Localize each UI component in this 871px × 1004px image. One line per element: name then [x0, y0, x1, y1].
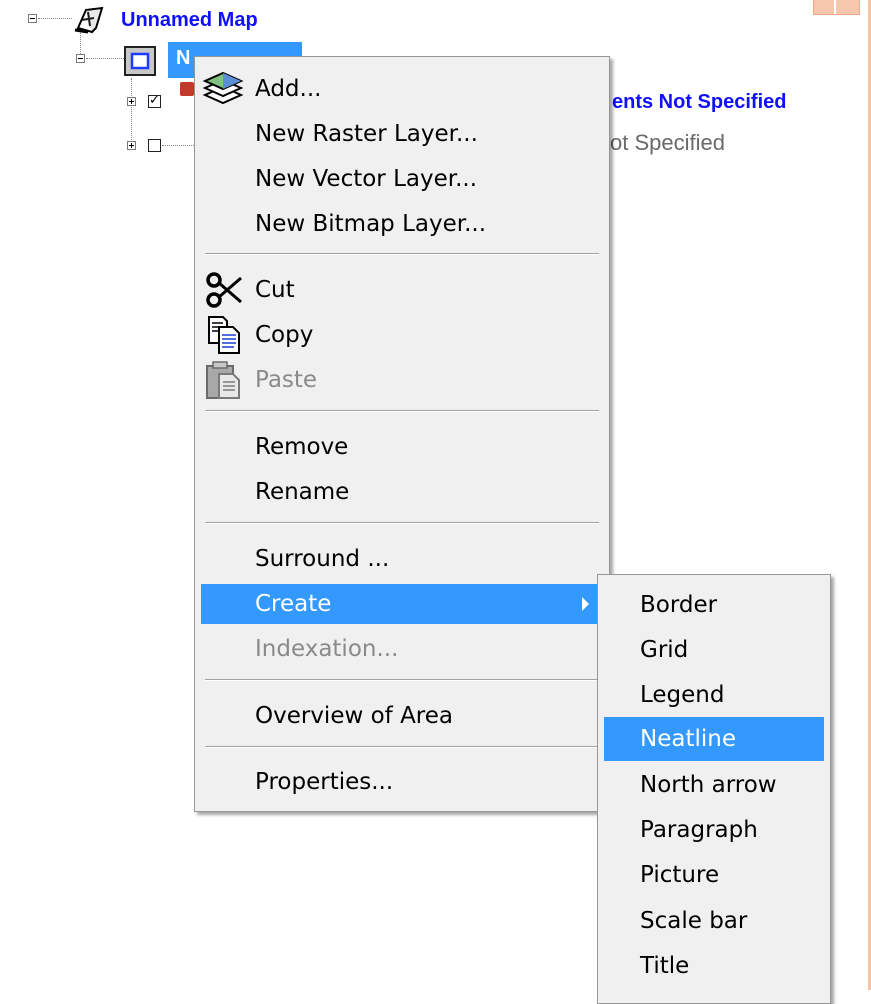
root-map-label[interactable]: Unnamed Map	[121, 9, 258, 32]
tree-connector	[80, 32, 81, 54]
menu-item-properties[interactable]: Properties...	[201, 762, 603, 802]
menu-item-overview-label: Overview of Area	[255, 703, 454, 729]
menu-item-properties-label: Properties...	[255, 769, 394, 795]
submenu-item-label: Picture	[640, 862, 720, 888]
menu-item-remove-label: Remove	[255, 434, 349, 460]
submenu-arrow-icon	[582, 597, 589, 611]
menu-item-overview-of-area[interactable]: Overview of Area	[201, 696, 603, 736]
menu-item-new-bitmap-label: New Bitmap Layer...	[255, 211, 487, 237]
frame-icon	[124, 46, 156, 76]
menu-item-new-raster-layer[interactable]: New Raster Layer...	[201, 114, 603, 154]
layer1-expand-icon[interactable]	[127, 97, 136, 106]
submenu-item-label: Grid	[640, 637, 689, 663]
context-menu: Add... New Raster Layer... New Vector La…	[194, 56, 610, 812]
layer1-icon	[180, 82, 194, 96]
layer1-visible-checkbox[interactable]: ✓	[148, 94, 161, 108]
menu-item-create[interactable]: Create	[201, 584, 603, 624]
submenu-item-legend[interactable]: Legend	[604, 673, 824, 717]
layer2-visible-checkbox[interactable]	[148, 139, 161, 152]
tree-connector	[86, 58, 124, 59]
menu-item-indexation-label: Indexation...	[255, 636, 399, 662]
menu-separator	[205, 522, 599, 524]
menu-item-add-label: Add...	[255, 76, 322, 102]
submenu-item-label: Scale bar	[640, 908, 748, 934]
submenu-item-title[interactable]: Title	[604, 944, 824, 988]
menu-item-cut-label: Cut	[255, 277, 295, 303]
menu-item-cut[interactable]: Cut	[201, 270, 603, 310]
menu-separator	[205, 410, 599, 412]
layer2-expand-icon[interactable]	[127, 141, 136, 150]
menu-item-create-label: Create	[255, 591, 332, 617]
scissors-icon	[201, 270, 247, 310]
frame-collapse-icon[interactable]	[76, 54, 85, 63]
menu-item-copy[interactable]: Copy	[201, 315, 603, 355]
submenu-item-border[interactable]: Border	[604, 583, 824, 627]
menu-item-copy-label: Copy	[255, 322, 314, 348]
menu-separator	[205, 253, 599, 255]
create-submenu: Border Grid Legend Neatline North arrow …	[597, 574, 831, 1004]
menu-item-indexation[interactable]: Indexation...	[201, 629, 603, 669]
submenu-item-neatline[interactable]: Neatline	[604, 717, 824, 761]
menu-item-rename-label: Rename	[255, 479, 350, 505]
menu-item-remove[interactable]: Remove	[201, 427, 603, 467]
tree-connector	[162, 145, 194, 146]
submenu-item-label: Paragraph	[640, 817, 758, 843]
window-top-tab	[813, 0, 860, 15]
submenu-item-label: Border	[640, 592, 718, 618]
menu-item-paste[interactable]: Paste	[201, 360, 603, 400]
menu-item-new-raster-label: New Raster Layer...	[255, 121, 478, 147]
layer1-label[interactable]: ents Not Specified	[612, 91, 786, 114]
submenu-item-label: Title	[640, 953, 690, 979]
submenu-item-label: Legend	[640, 682, 725, 708]
menu-separator	[205, 679, 599, 681]
submenu-item-picture[interactable]: Picture	[604, 853, 824, 897]
layer2-label[interactable]: ot Specified	[610, 130, 725, 156]
copy-icon	[201, 315, 247, 355]
submenu-item-label: Neatline	[640, 726, 736, 752]
submenu-item-scale-bar[interactable]: Scale bar	[604, 899, 824, 943]
tree-connector	[38, 18, 72, 19]
map-icon	[72, 6, 118, 34]
menu-item-surround[interactable]: Surround ...	[201, 539, 603, 579]
menu-separator	[205, 746, 599, 748]
root-collapse-icon[interactable]	[28, 14, 37, 23]
tree-connector	[131, 78, 132, 140]
menu-item-rename[interactable]: Rename	[201, 472, 603, 512]
submenu-item-north-arrow[interactable]: North arrow	[604, 763, 824, 807]
submenu-item-label: North arrow	[640, 772, 777, 798]
layers-icon	[201, 69, 247, 109]
menu-item-add[interactable]: Add...	[201, 69, 603, 109]
menu-item-paste-label: Paste	[255, 367, 318, 393]
menu-item-new-vector-label: New Vector Layer...	[255, 166, 478, 192]
selected-frame-label: N	[176, 47, 191, 69]
menu-item-new-bitmap-layer[interactable]: New Bitmap Layer...	[201, 204, 603, 244]
menu-item-surround-label: Surround ...	[255, 546, 390, 572]
submenu-item-paragraph[interactable]: Paragraph	[604, 808, 824, 852]
menu-item-new-vector-layer[interactable]: New Vector Layer...	[201, 159, 603, 199]
submenu-item-grid[interactable]: Grid	[604, 628, 824, 672]
paste-icon	[201, 360, 247, 400]
